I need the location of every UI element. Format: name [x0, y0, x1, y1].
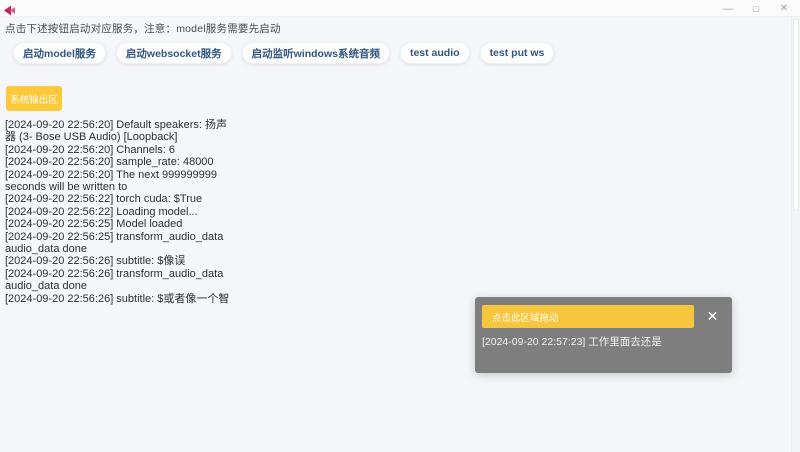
log-line: seconds will be written to	[5, 181, 128, 194]
window-controls: — ▢ ✕	[714, 0, 798, 17]
log-line: [2024-09-20 22:56:26] transform_audio_da…	[5, 267, 224, 280]
overlay-close-icon[interactable]: ✕	[699, 305, 726, 328]
log-line: audio_data done	[5, 243, 87, 256]
close-button[interactable]: ✕	[770, 0, 798, 17]
log-line: [2024-09-20 22:56:26] subtitle: $像误	[5, 255, 186, 268]
log-line: [2024-09-20 22:56:20] Channels: 6	[5, 143, 176, 156]
log-line: 器 (3- Bose USB Audio) [Loopback]	[5, 131, 178, 144]
overlay-log-line: [2024-09-20 22:57:23] 工作里面去还是	[482, 336, 662, 348]
service-button[interactable]: test put ws	[479, 42, 555, 64]
system-output-log[interactable]: [2024-09-20 22:56:20] Default speakers: …	[5, 119, 255, 305]
log-line: [2024-09-20 22:56:20] sample_rate: 48000	[5, 156, 214, 169]
app-feather-icon	[4, 3, 15, 16]
subtitle-overlay-panel[interactable]: 点击此区域拖动 ✕ [2024-09-20 22:57:23] 工作里面去还是	[475, 297, 732, 373]
service-button[interactable]: 启动监听windows系统音频	[241, 42, 390, 64]
instruction-text: 点击下述按钮启动对应服务，注意：model服务需要先启动	[5, 23, 281, 35]
service-button[interactable]: 启动websocket服务	[115, 42, 232, 64]
log-line: audio_data done	[5, 280, 87, 293]
service-button[interactable]: 启动model服务	[13, 42, 106, 64]
scrollbar-thumb[interactable]	[793, 19, 799, 211]
log-line: [2024-09-20 22:56:20] Default speakers: …	[5, 119, 227, 131]
log-line: [2024-09-20 22:56:25] transform_audio_da…	[5, 230, 224, 243]
service-button[interactable]: test audio	[399, 42, 470, 64]
maximize-button[interactable]: ▢	[742, 0, 770, 17]
log-line: [2024-09-20 22:56:22] torch cuda: $True	[5, 193, 203, 206]
overlay-drag-handle[interactable]: 点击此区域拖动	[482, 305, 694, 328]
log-line: [2024-09-20 22:56:20] The next 999999999	[5, 168, 218, 181]
vertical-scrollbar[interactable]	[791, 17, 800, 452]
titlebar[interactable]: — ▢ ✕	[0, 0, 800, 17]
service-button-row: 启动model服务 启动websocket服务 启动监听windows系统音频 tes…	[13, 42, 555, 64]
log-line: [2024-09-20 22:56:26] subtitle: $或者像一个智	[5, 292, 230, 305]
minimize-button[interactable]: —	[714, 0, 742, 17]
log-line: [2024-09-20 22:56:22] Loading model...	[5, 205, 198, 218]
system-output-section-button[interactable]: 系统输出区	[6, 86, 62, 111]
log-line: [2024-09-20 22:56:25] Model loaded	[5, 218, 183, 231]
